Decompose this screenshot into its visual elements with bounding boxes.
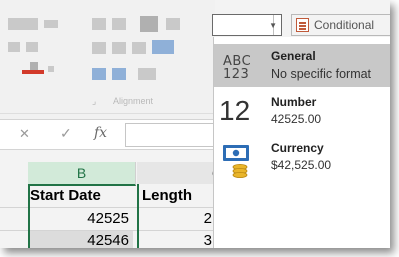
menu-item-subtitle: $42,525.00 (271, 158, 332, 172)
number-12-icon: 12 (219, 95, 251, 126)
number-format-menu: ABC 123 General No specific format 12 Nu… (213, 37, 390, 248)
menu-item-general[interactable]: ABC 123 General No specific format (214, 44, 390, 87)
conditional-formatting-button[interactable]: Conditional (291, 14, 390, 36)
increase-indent-icon[interactable] (112, 68, 126, 80)
increase-font-icon[interactable] (8, 42, 20, 52)
currency-icon (223, 145, 249, 178)
orientation-icon[interactable] (166, 18, 180, 30)
wrap-text-icon[interactable] (138, 68, 156, 80)
align-top-icon[interactable] (92, 18, 106, 30)
menu-item-currency[interactable]: Currency $42,525.00 (214, 137, 390, 183)
abc-icon-bottom-text: 123 (223, 67, 250, 82)
number-format-select[interactable]: ▼ (212, 14, 282, 36)
insert-function-icon[interactable]: fx (94, 125, 107, 141)
cell-c1[interactable]: Length (142, 185, 192, 207)
menu-item-subtitle: No specific format (271, 67, 372, 81)
align-right-icon[interactable] (132, 42, 146, 54)
cell-c2[interactable]: 2 (190, 208, 212, 230)
column-header-b[interactable]: B (28, 162, 136, 186)
abc-123-icon: ABC 123 (223, 55, 251, 81)
excel-window: ⌟ Alignment ✕ ✓ fx B C Start Date Length… (0, 0, 390, 248)
align-left-icon[interactable] (92, 42, 106, 54)
font-color-dropdown-icon[interactable] (48, 66, 54, 72)
merge-center-icon[interactable] (152, 40, 174, 54)
menu-item-number[interactable]: 12 Number 42525.00 (214, 89, 390, 135)
selected-column-outline (28, 184, 139, 248)
enter-icon[interactable]: ✓ (60, 125, 72, 142)
conditional-formatting-label: Conditional (314, 18, 375, 32)
ribbon-area: ⌟ Alignment (0, 0, 215, 120)
font-dialog-launcher-icon[interactable]: ⌟ (92, 96, 96, 107)
chevron-down-icon[interactable]: ▼ (269, 21, 277, 30)
align-middle-icon[interactable] (112, 18, 126, 30)
menu-item-subtitle: 42525.00 (271, 112, 322, 126)
font-name-box[interactable] (8, 18, 38, 30)
font-color-icon[interactable] (22, 70, 44, 74)
font-color-glyph (30, 62, 38, 70)
decrease-font-icon[interactable] (26, 42, 38, 52)
menu-item-title: Currency (271, 141, 324, 155)
decrease-indent-icon[interactable] (92, 68, 106, 80)
conditional-formatting-icon (296, 18, 309, 32)
cell-c3[interactable]: 3 (190, 230, 212, 248)
ribbon-divider (0, 113, 215, 114)
align-center-icon[interactable] (112, 42, 126, 54)
cancel-icon[interactable]: ✕ (19, 126, 30, 142)
menu-item-title: General (271, 49, 316, 63)
font-size-box[interactable] (44, 20, 58, 28)
align-bottom-icon[interactable] (140, 16, 158, 32)
menu-item-title: Number (271, 95, 317, 109)
alignment-group-label: Alignment (113, 96, 154, 106)
